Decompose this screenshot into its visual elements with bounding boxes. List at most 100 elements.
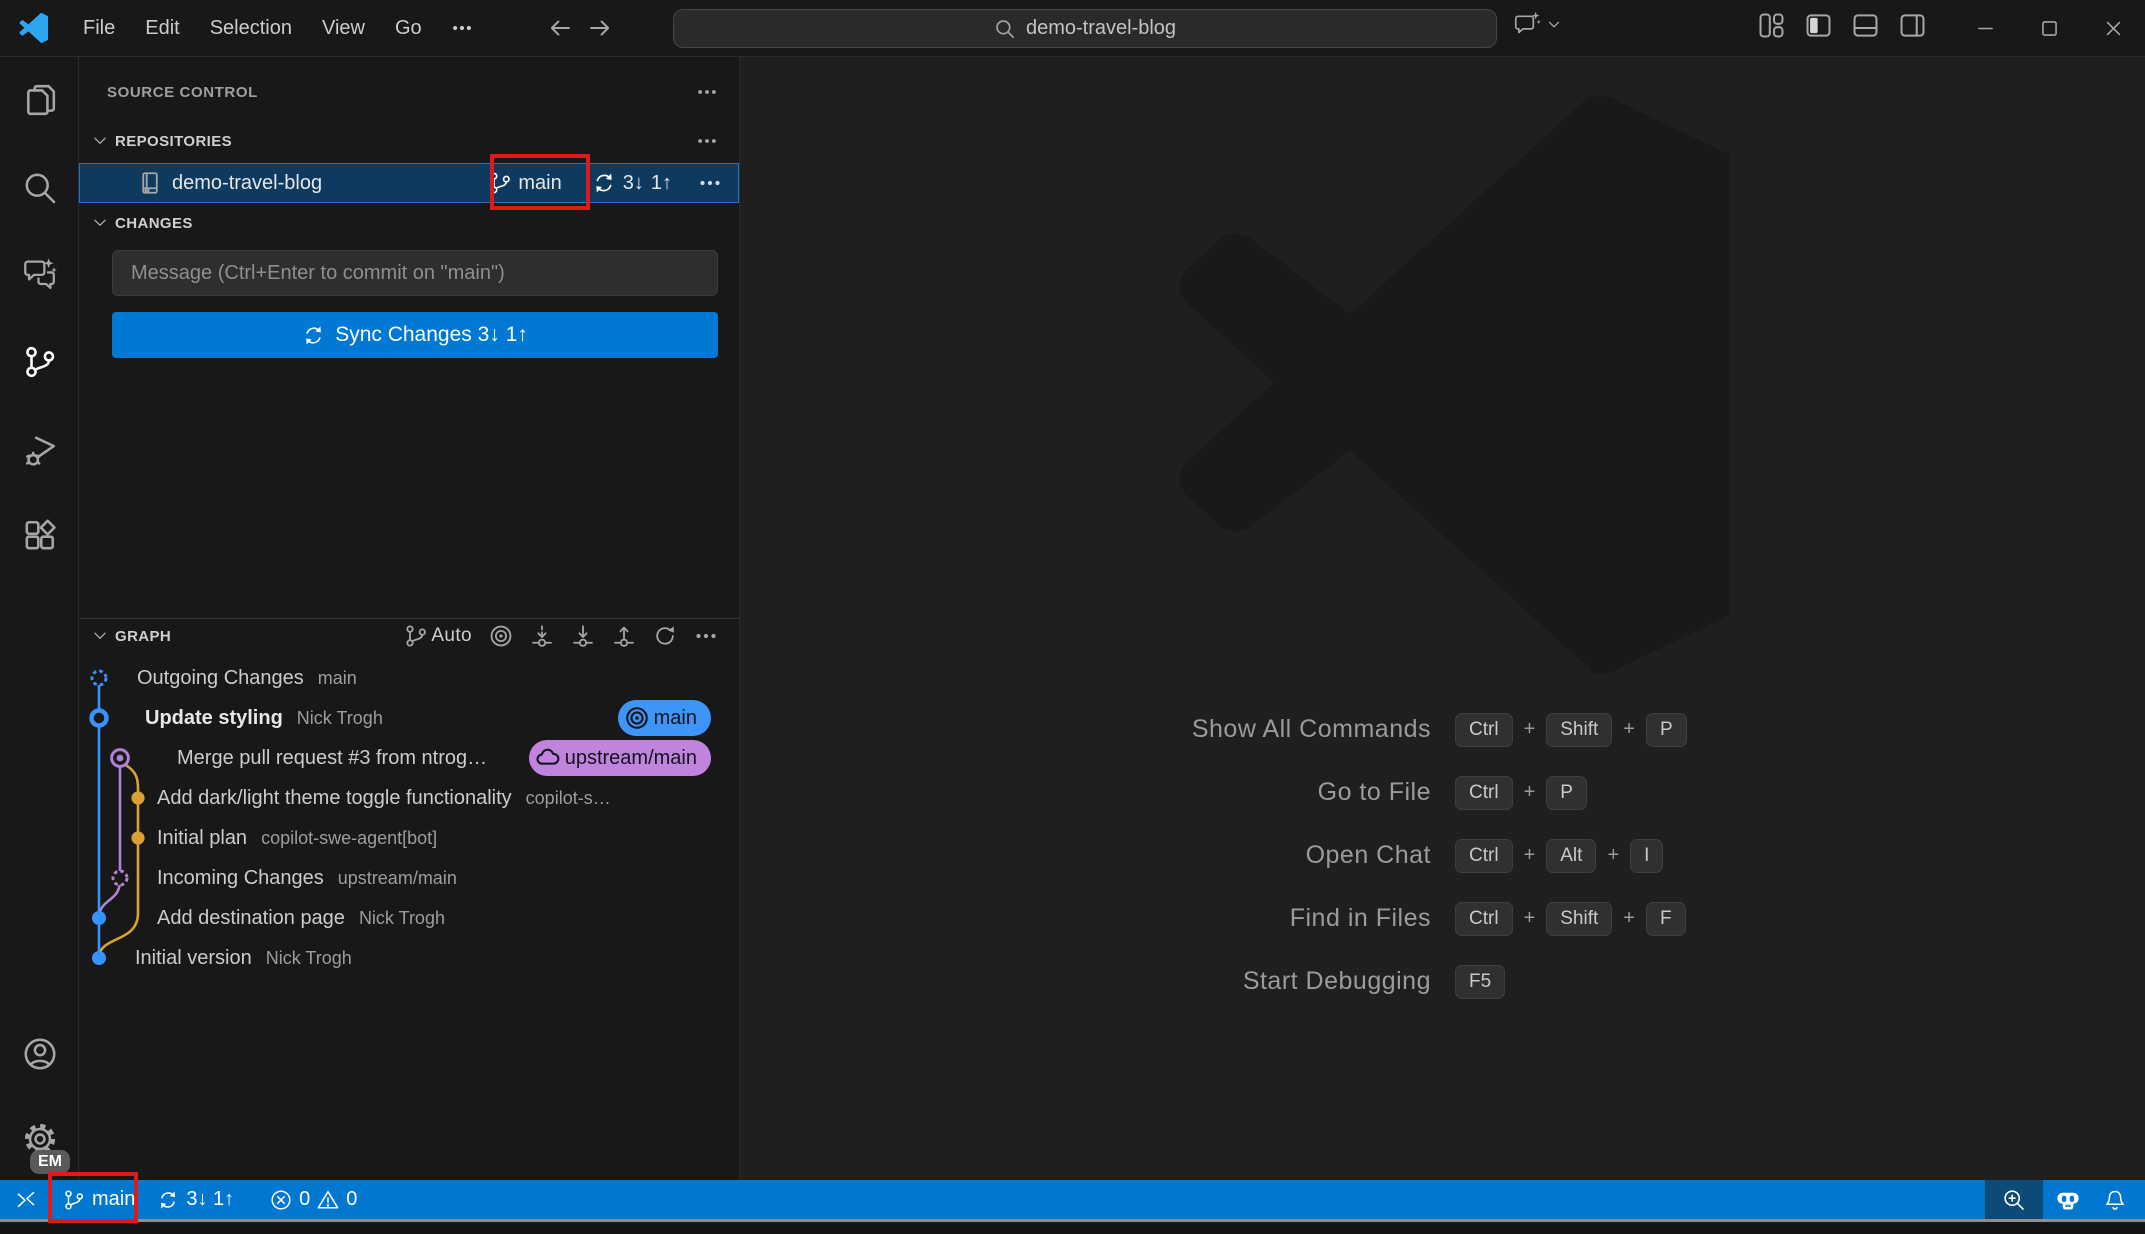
source-control-view-icon[interactable] <box>0 326 79 398</box>
push-icon[interactable] <box>612 624 636 648</box>
vscode-watermark-icon <box>1150 95 1730 675</box>
search-value: demo-travel-blog <box>1026 17 1176 40</box>
menu-selection[interactable]: Selection <box>195 9 307 47</box>
forward-arrow-icon[interactable] <box>587 15 613 41</box>
key-separator: + <box>1524 907 1536 930</box>
key-separator: + <box>1524 781 1536 804</box>
graph-row[interactable]: Merge pull request #3 from ntrog… upstre… <box>79 738 740 778</box>
toggle-panel-icon[interactable] <box>1852 12 1879 39</box>
chat-sparkle-icon <box>1513 10 1541 38</box>
search-view-icon[interactable] <box>0 152 79 224</box>
chat-view-icon[interactable] <box>0 237 79 309</box>
menu-view[interactable]: View <box>307 9 380 47</box>
push-count: 1↑ <box>651 172 672 195</box>
status-sync-label: 3↓ 1↑ <box>186 1188 234 1211</box>
keycap: Ctrl <box>1455 902 1513 936</box>
pull-icon[interactable] <box>571 624 595 648</box>
badge-label: upstream/main <box>565 747 697 770</box>
shortcut-row: Start Debugging F5 <box>740 950 2145 1013</box>
commit-message: Initial plan <box>157 827 247 850</box>
warning-icon <box>317 1189 339 1211</box>
graph-row[interactable]: Initial version Nick Trogh <box>79 938 740 978</box>
repo-name: demo-travel-blog <box>172 172 322 195</box>
zoom-status-item[interactable] <box>1985 1180 2043 1219</box>
view-title: SOURCE CONTROL <box>107 84 258 101</box>
repo-sync-indicator[interactable]: 3↓ 1↑ <box>592 171 672 195</box>
branch-badge-main[interactable]: main <box>618 700 711 736</box>
repositories-header[interactable]: REPOSITORIES <box>79 125 740 157</box>
close-button[interactable] <box>2081 0 2145 56</box>
remote-icon <box>15 1189 37 1211</box>
back-arrow-icon[interactable] <box>547 15 573 41</box>
graph-row[interactable]: Initial plan copilot-swe-agent[bot] <box>79 818 740 858</box>
shortcut-label: Open Chat <box>740 841 1455 870</box>
changes-header[interactable]: CHANGES <box>79 207 740 239</box>
graph-row[interactable]: Add destination page Nick Trogh <box>79 898 740 938</box>
branch-badge-upstream-main[interactable]: upstream/main <box>529 740 711 776</box>
sync-changes-label: Sync Changes 3↓ 1↑ <box>335 323 528 347</box>
toggle-secondary-sidebar-icon[interactable] <box>1899 12 1926 39</box>
more-actions-icon[interactable] <box>696 81 718 103</box>
graph-row[interactable]: Incoming Changes upstream/main <box>79 858 740 898</box>
graph-ref-picker[interactable]: Auto <box>404 624 472 648</box>
target-icon[interactable] <box>489 624 513 648</box>
commit-message: Add dark/light theme toggle functionalit… <box>157 787 512 810</box>
toggle-primary-sidebar-icon[interactable] <box>1805 12 1832 39</box>
error-count: 0 <box>299 1188 310 1211</box>
commit-author: Nick Trogh <box>266 948 352 969</box>
status-branch-label: main <box>92 1188 135 1211</box>
more-actions-icon[interactable] <box>694 624 718 648</box>
sync-changes-button[interactable]: Sync Changes 3↓ 1↑ <box>112 312 718 358</box>
shortcut-row: Find in Files Ctrl + Shift + F <box>740 887 2145 950</box>
more-actions-icon[interactable] <box>698 171 722 195</box>
menu-go[interactable]: Go <box>380 9 437 47</box>
checkout-branch-indicator[interactable]: main <box>488 171 561 195</box>
remote-indicator[interactable] <box>0 1180 52 1219</box>
repository-row[interactable]: demo-travel-blog main 3↓ 1↑ <box>79 163 739 203</box>
minimize-button[interactable] <box>1953 0 2017 56</box>
refresh-icon[interactable] <box>653 624 677 648</box>
shortcut-label: Go to File <box>740 778 1455 807</box>
graph-header[interactable]: GRAPH Auto <box>79 620 740 652</box>
copilot-icon <box>2054 1188 2082 1212</box>
customize-layout-icon[interactable] <box>1758 12 1785 39</box>
copilot-chat-button[interactable] <box>1513 10 1563 38</box>
commit-author: copilot-s… <box>526 788 611 809</box>
graph-row[interactable]: Update styling Nick Trogh main <box>79 698 740 738</box>
problems-status-item[interactable]: 0 0 <box>259 1180 368 1219</box>
menu-more-icon[interactable] <box>437 9 487 47</box>
source-control-sidebar: SOURCE CONTROL REPOSITORIES demo-travel-… <box>79 57 740 1180</box>
welcome-shortcuts: Show All Commands Ctrl + Shift + P Go to… <box>740 698 2145 1013</box>
zoom-in-icon <box>2002 1188 2026 1212</box>
badge-label: main <box>654 707 697 730</box>
copilot-status-item[interactable] <box>2043 1180 2093 1219</box>
graph-row[interactable]: Outgoing Changes main <box>79 658 740 698</box>
more-actions-icon[interactable] <box>696 130 718 152</box>
keycap: F5 <box>1455 965 1505 999</box>
fetch-icon[interactable] <box>530 624 554 648</box>
notifications-status-item[interactable] <box>2093 1180 2137 1219</box>
menu-file[interactable]: File <box>68 9 130 47</box>
bell-icon <box>2104 1189 2126 1211</box>
maximize-button[interactable] <box>2017 0 2081 56</box>
menu-edit[interactable]: Edit <box>130 9 194 47</box>
profile-badge[interactable]: EM <box>30 1150 70 1174</box>
commit-message: Add destination page <box>157 907 345 930</box>
sync-status-item[interactable]: 3↓ 1↑ <box>146 1180 245 1219</box>
extensions-view-icon[interactable] <box>0 499 79 571</box>
graph-row[interactable]: Add dark/light theme toggle functionalit… <box>79 778 740 818</box>
branch-status-item[interactable]: main <box>52 1180 146 1219</box>
commit-graph: Outgoing Changes main Update styling Nic… <box>79 658 740 978</box>
accounts-icon[interactable] <box>0 1018 79 1090</box>
editor-area: Show All Commands Ctrl + Shift + P Go to… <box>740 57 2145 1180</box>
sync-icon <box>592 171 616 195</box>
keycap: Alt <box>1546 839 1596 873</box>
command-center-search[interactable]: demo-travel-blog <box>673 9 1497 48</box>
git-branch-icon <box>488 171 512 195</box>
run-debug-view-icon[interactable] <box>0 415 79 487</box>
window-shadow <box>0 1222 2145 1234</box>
search-icon <box>994 18 1016 40</box>
repositories-label: REPOSITORIES <box>115 133 232 150</box>
commit-message-input[interactable] <box>112 250 718 296</box>
explorer-icon[interactable] <box>0 64 79 136</box>
